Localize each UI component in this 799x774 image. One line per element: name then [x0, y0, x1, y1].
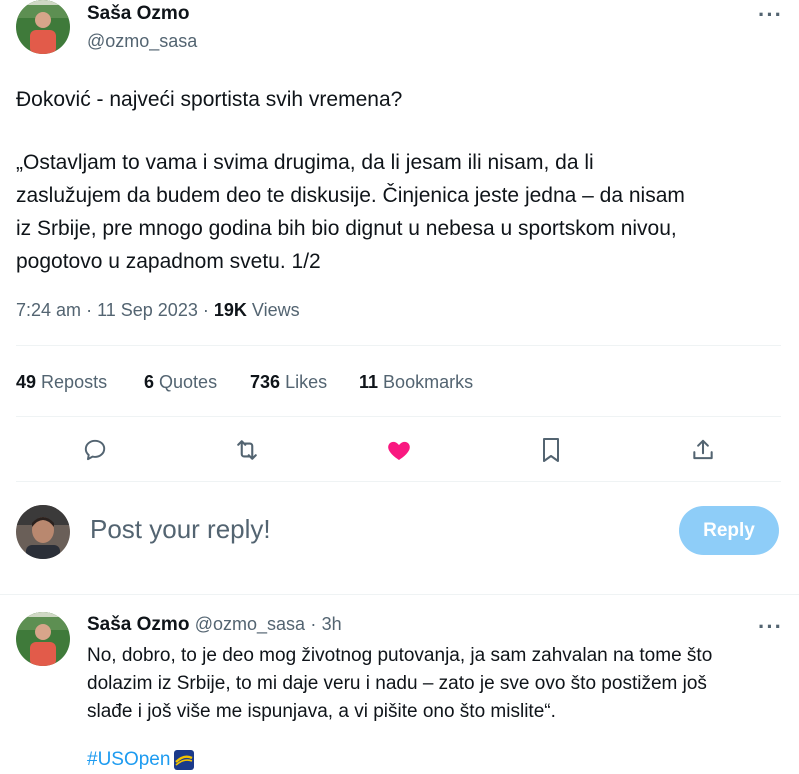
more-options-button[interactable]: ··· [758, 2, 783, 28]
reply-author-name[interactable]: Saša Ozmo [87, 614, 189, 635]
repost-icon [237, 440, 257, 460]
divider [16, 481, 781, 482]
hashtag-row: #USOpen [87, 749, 195, 771]
tweet-date[interactable]: 11 Sep 2023 [97, 300, 198, 320]
views-label: Views [251, 300, 300, 320]
tweet-text: Đoković - najveći sportista svih vremena… [16, 83, 786, 278]
stat-label: Reposts [41, 372, 108, 392]
tweet-meta: 7:24 am · 11 Sep 2023 · 19K Views [16, 300, 300, 321]
bookmark-icon [543, 438, 559, 462]
tweet-time[interactable]: 7:24 am [16, 300, 81, 320]
separator: · [202, 300, 209, 320]
reply-author-avatar[interactable] [16, 612, 70, 666]
tweet-text-line: iz Srbije, pre mnogo godina bih bio dign… [16, 217, 677, 240]
tweet-text-line: Đoković - najveći sportista svih vremena… [16, 88, 403, 111]
divider [16, 345, 781, 346]
section-divider [0, 594, 799, 595]
stat-reposts[interactable]: 49 Reposts [16, 372, 107, 393]
stat-bookmarks[interactable]: 11 Bookmarks [359, 372, 473, 393]
bookmark-button[interactable] [536, 435, 566, 465]
repost-button[interactable] [232, 435, 262, 465]
reply-header: Saša Ozmo @ozmo_sasa · 3h [87, 614, 342, 636]
separator: · [310, 614, 317, 634]
tweet-text-line: zaslužujem da budem deo te diskusije. Či… [16, 184, 685, 207]
reply-more-options-button[interactable]: ··· [758, 614, 783, 640]
stat-count: 736 [250, 372, 281, 392]
stat-count: 6 [144, 372, 155, 392]
stat-count: 49 [16, 372, 37, 392]
author-avatar[interactable] [16, 0, 70, 54]
stat-label: Quotes [159, 372, 218, 392]
hashtag-link[interactable]: #USOpen [87, 749, 170, 771]
separator: · [86, 300, 93, 320]
tweet-text-line: pogotovo u zapadnom svetu. 1/2 [16, 250, 321, 273]
reply-button[interactable] [80, 435, 110, 465]
share-button[interactable] [688, 435, 718, 465]
tweet-text-line: „Ostavljam to vama i svima drugima, da l… [16, 151, 594, 174]
reply-text-line: dolazim iz Srbije, to mi daje veru i nad… [87, 673, 707, 694]
reply-input[interactable]: Post your reply! [90, 514, 271, 545]
views-count: 19K [213, 300, 247, 320]
reply-text: No, dobro, to je deo mog životnog putova… [87, 642, 787, 726]
stat-quotes[interactable]: 6 Quotes [144, 372, 217, 393]
reply-text-line: No, dobro, to je deo mog životnog putova… [87, 645, 713, 666]
author-name[interactable]: Saša Ozmo [87, 3, 189, 25]
author-handle[interactable]: @ozmo_sasa [87, 31, 197, 52]
stat-label: Bookmarks [383, 372, 474, 392]
current-user-avatar[interactable] [16, 505, 70, 559]
stat-likes[interactable]: 736 Likes [250, 372, 327, 393]
reply-author-handle[interactable]: @ozmo_sasa [195, 614, 305, 634]
reply-text-line: slađe i još više me ispunjava, a vi piši… [87, 701, 556, 722]
reply-icon [84, 439, 106, 461]
like-button[interactable] [384, 435, 414, 465]
reply-time[interactable]: 3h [322, 614, 342, 634]
stat-count: 11 [359, 372, 379, 392]
divider [16, 416, 781, 417]
share-icon [693, 439, 713, 460]
like-icon [388, 441, 410, 460]
reply-submit-button[interactable]: Reply [679, 506, 779, 555]
usopen-emoji-icon [174, 750, 195, 770]
stat-label: Likes [285, 372, 328, 392]
